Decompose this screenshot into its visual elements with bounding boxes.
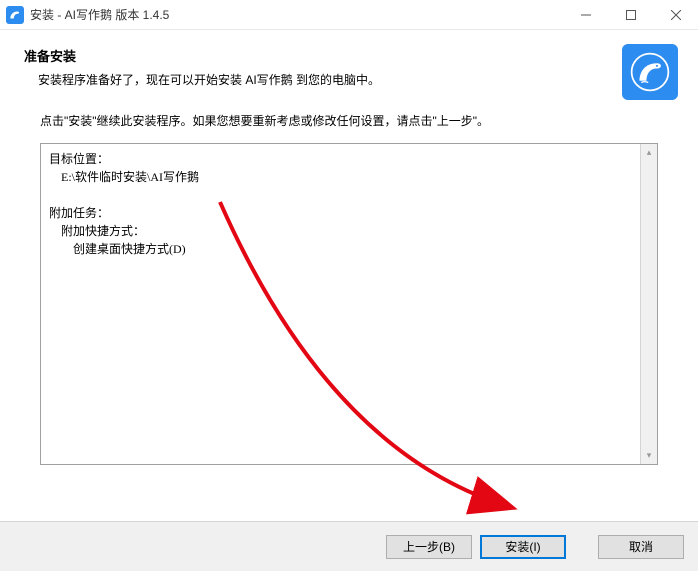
minimize-button[interactable] bbox=[563, 0, 608, 30]
shortcuts-label: 附加快捷方式： bbox=[61, 224, 145, 238]
window-title: 安装 - AI写作鹅 版本 1.4.5 bbox=[30, 6, 563, 23]
tasks-label: 附加任务： bbox=[49, 206, 109, 220]
wizard-header: 准备安装 安装程序准备好了，现在可以开始安装 AI写作鹅 到您的电脑中。 bbox=[0, 30, 698, 102]
wizard-body: 点击"安装"继续此安装程序。如果您想要重新考虑或修改任何设置，请点击"上一步"。… bbox=[0, 112, 698, 465]
dest-path: E:\软件临时安装\AI写作鹅 bbox=[61, 170, 199, 184]
instruction-text: 点击"安装"继续此安装程序。如果您想要重新考虑或修改任何设置，请点击"上一步"。 bbox=[40, 112, 658, 129]
close-button[interactable] bbox=[653, 0, 698, 30]
install-button[interactable]: 安装(I) bbox=[480, 535, 566, 559]
window-controls bbox=[563, 0, 698, 30]
scroll-down-icon: ▾ bbox=[641, 447, 657, 464]
back-button[interactable]: 上一步(B) bbox=[386, 535, 472, 559]
wizard-button-bar: 上一步(B) 安装(I) 取消 bbox=[0, 521, 698, 571]
dest-label: 目标位置： bbox=[49, 152, 109, 166]
title-bar: 安装 - AI写作鹅 版本 1.4.5 bbox=[0, 0, 698, 30]
vertical-scrollbar[interactable]: ▴ ▾ bbox=[640, 144, 657, 464]
scroll-up-icon: ▴ bbox=[641, 144, 657, 161]
maximize-button[interactable] bbox=[608, 0, 653, 30]
summary-text: 目标位置： E:\软件临时安装\AI写作鹅 附加任务： 附加快捷方式： 创建桌面… bbox=[41, 144, 657, 264]
page-subtitle: 安装程序准备好了，现在可以开始安装 AI写作鹅 到您的电脑中。 bbox=[24, 71, 674, 88]
app-logo bbox=[622, 44, 678, 100]
app-icon-small bbox=[6, 6, 24, 24]
shortcut-item: 创建桌面快捷方式(D) bbox=[73, 242, 186, 256]
page-title: 准备安装 bbox=[24, 46, 674, 65]
summary-panel: 目标位置： E:\软件临时安装\AI写作鹅 附加任务： 附加快捷方式： 创建桌面… bbox=[40, 143, 658, 465]
cancel-button[interactable]: 取消 bbox=[598, 535, 684, 559]
